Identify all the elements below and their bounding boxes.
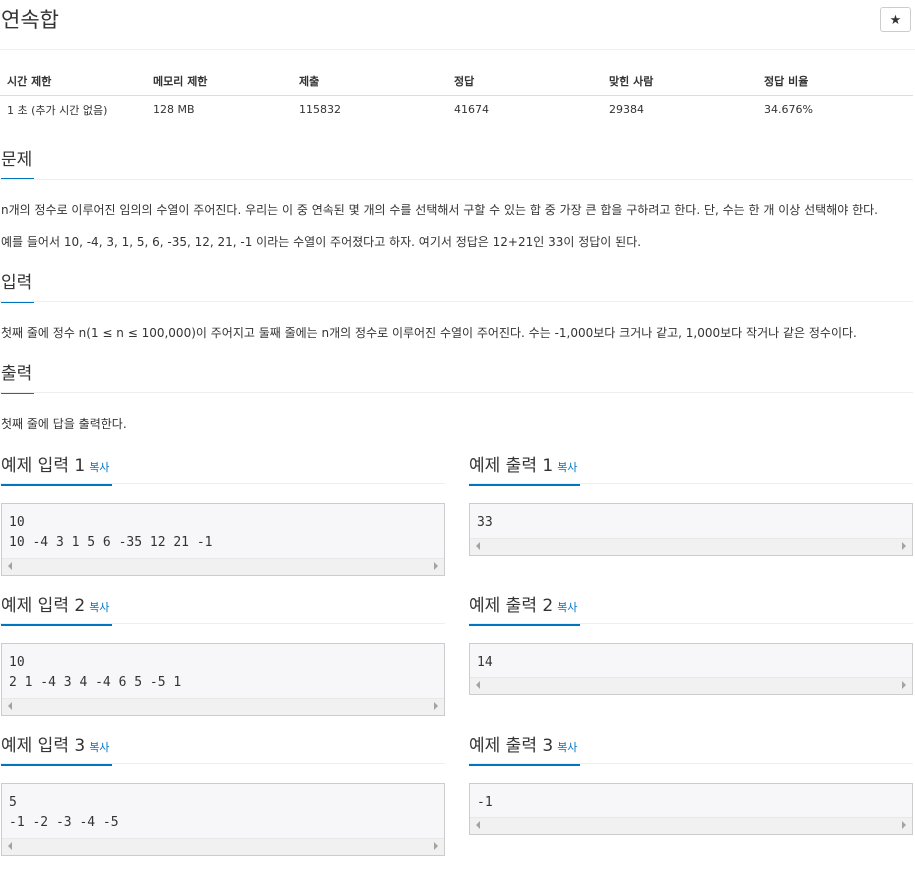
problem-description: n개의 정수로 이루어진 임의의 수열이 주어진다. 우리는 이 중 연속된 몇…: [1, 203, 878, 217]
header-accept-ratio: 정답 비율: [757, 66, 913, 96]
section-underline: [1, 624, 112, 626]
sample-input-3-box[interactable]: 5 -1 -2 -3 -4 -5: [1, 783, 445, 856]
sample-output-3-box[interactable]: -1: [469, 783, 913, 835]
section-divider: [469, 483, 913, 484]
header-submissions: 제출: [292, 66, 447, 96]
time-limit-value: 1 초 (추가 시간 없음): [7, 103, 108, 117]
horizontal-scrollbar[interactable]: [470, 677, 912, 694]
sample-input-3-label: 예제 입력 3: [1, 736, 86, 756]
input-section-label: 입력: [1, 273, 33, 293]
section-divider: [0, 483, 445, 484]
scroll-right-icon[interactable]: [902, 681, 906, 689]
sample-input-1-title: 예제 입력 1 복사: [1, 455, 112, 486]
output-section-label: 출력: [1, 364, 33, 384]
sample-input-1-label: 예제 입력 1: [1, 456, 86, 476]
section-divider: [469, 623, 913, 624]
sample-output-3-text[interactable]: -1: [470, 784, 912, 813]
sample-output-2-label: 예제 출력 2: [469, 596, 554, 616]
horizontal-scrollbar[interactable]: [470, 817, 912, 834]
header-solved-users: 맞힌 사람: [602, 66, 757, 96]
sample-input-2-title: 예제 입력 2 복사: [1, 595, 112, 626]
memory-limit-value: 128 MB: [153, 103, 195, 116]
scroll-right-icon[interactable]: [902, 542, 906, 550]
header-accepted: 정답: [447, 66, 602, 96]
sample-output-1-title: 예제 출력 1 복사: [469, 455, 580, 486]
scroll-right-icon[interactable]: [434, 702, 438, 710]
header-memory-limit: 메모리 제한: [146, 66, 292, 96]
sample-input-3-text[interactable]: 5 -1 -2 -3 -4 -5: [2, 784, 444, 833]
scroll-left-icon[interactable]: [8, 702, 12, 710]
section-underline: [1, 764, 112, 766]
input-section-title: 입력: [1, 272, 34, 303]
section-divider: [0, 623, 445, 624]
star-icon: ★: [889, 11, 902, 27]
horizontal-scrollbar[interactable]: [2, 698, 444, 715]
header-time-limit: 시간 제한: [0, 66, 146, 96]
sample-input-1-box[interactable]: 10 10 -4 3 1 5 6 -35 12 21 -1: [1, 503, 445, 576]
scroll-left-icon[interactable]: [476, 542, 480, 550]
sample-output-2-box[interactable]: 14: [469, 643, 913, 695]
copy-sample-output-1-link[interactable]: 복사: [557, 461, 577, 474]
sample-output-3-title: 예제 출력 3 복사: [469, 735, 580, 766]
submissions-value: 115832: [299, 103, 341, 116]
scroll-right-icon[interactable]: [902, 821, 906, 829]
section-divider: [0, 392, 913, 393]
output-section-title: 출력: [1, 363, 34, 394]
scroll-left-icon[interactable]: [8, 842, 12, 850]
section-divider: [0, 301, 913, 302]
scroll-right-icon[interactable]: [434, 842, 438, 850]
sample-output-1-label: 예제 출력 1: [469, 456, 554, 476]
sample-input-3-title: 예제 입력 3 복사: [1, 735, 112, 766]
star-button[interactable]: ★: [880, 7, 911, 32]
horizontal-scrollbar[interactable]: [470, 538, 912, 555]
sample-input-2-box[interactable]: 10 2 1 -4 3 4 -4 6 5 -5 1: [1, 643, 445, 716]
section-underline: [469, 484, 580, 486]
scroll-left-icon[interactable]: [8, 562, 12, 570]
output-description: 첫째 줄에 답을 출력한다.: [1, 417, 127, 431]
section-divider: [0, 763, 445, 764]
sample-output-1-text[interactable]: 33: [470, 504, 912, 533]
page-title: 연속합: [1, 8, 59, 32]
sample-input-1-text[interactable]: 10 10 -4 3 1 5 6 -35 12 21 -1: [2, 504, 444, 553]
section-underline: [1, 484, 112, 486]
problem-info-table: 시간 제한 메모리 제한 제출 정답 맞힌 사람 정답 비율 1 초 (추가 시…: [0, 66, 913, 123]
copy-sample-input-3-link[interactable]: 복사: [89, 741, 109, 754]
accepted-value: 41674: [454, 103, 489, 116]
scroll-right-icon[interactable]: [434, 562, 438, 570]
copy-sample-output-3-link[interactable]: 복사: [557, 741, 577, 754]
horizontal-scrollbar[interactable]: [2, 838, 444, 855]
problem-section-title: 문제: [1, 149, 34, 180]
sample-input-2-text[interactable]: 10 2 1 -4 3 4 -4 6 5 -5 1: [2, 644, 444, 693]
section-divider: [0, 179, 913, 180]
sample-output-2-title: 예제 출력 2 복사: [469, 595, 580, 626]
horizontal-scrollbar[interactable]: [2, 558, 444, 575]
copy-sample-input-1-link[interactable]: 복사: [89, 461, 109, 474]
sample-output-1-box[interactable]: 33: [469, 503, 913, 556]
scroll-left-icon[interactable]: [476, 681, 480, 689]
accept-ratio-value: 34.676%: [764, 103, 813, 116]
divider: [0, 49, 915, 50]
table-header-row: 시간 제한 메모리 제한 제출 정답 맞힌 사람 정답 비율: [0, 66, 913, 96]
solved-users-value: 29384: [609, 103, 644, 116]
problem-example-text: 예를 들어서 10, -4, 3, 1, 5, 6, -35, 12, 21, …: [1, 235, 642, 249]
section-underline: [469, 764, 580, 766]
copy-sample-input-2-link[interactable]: 복사: [89, 601, 109, 614]
scroll-left-icon[interactable]: [476, 821, 480, 829]
input-description: 첫째 줄에 정수 n(1 ≤ n ≤ 100,000)이 주어지고 둘째 줄에는…: [1, 326, 857, 340]
sample-output-2-text[interactable]: 14: [470, 644, 912, 673]
table-row: 1 초 (추가 시간 없음) 128 MB 115832 41674 29384…: [0, 96, 913, 124]
copy-sample-output-2-link[interactable]: 복사: [557, 601, 577, 614]
problem-section-label: 문제: [1, 150, 33, 170]
section-underline: [469, 624, 580, 626]
section-divider: [469, 763, 913, 764]
sample-input-2-label: 예제 입력 2: [1, 596, 86, 616]
sample-output-3-label: 예제 출력 3: [469, 736, 554, 756]
